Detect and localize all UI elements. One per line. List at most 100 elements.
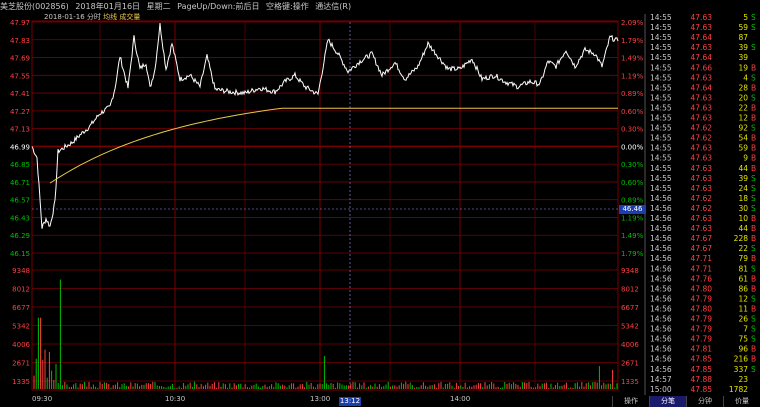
tick-time: 14:55 bbox=[650, 154, 672, 163]
tick-time: 14:56 bbox=[650, 315, 672, 324]
tick-price: 47.67 bbox=[691, 244, 713, 253]
volume-tick-label-right: 1335 bbox=[621, 378, 639, 386]
tick-row: 14:56 47.71 81 S bbox=[650, 264, 756, 273]
tab-ticks[interactable]: 分笔 bbox=[649, 396, 686, 407]
tick-row: 14:55 47.63 22 B bbox=[650, 103, 756, 112]
price-tick-label: 47.83 bbox=[10, 37, 30, 45]
price-tick-label: 47.69 bbox=[10, 55, 30, 63]
tick-price: 47.63 bbox=[691, 164, 713, 173]
tick-side: B bbox=[751, 284, 756, 293]
tick-time: 14:55 bbox=[650, 114, 672, 123]
tick-time: 14:55 bbox=[650, 43, 672, 52]
tick-time: 14:55 bbox=[650, 174, 672, 183]
tick-volume: 26 bbox=[738, 315, 748, 324]
tick-row: 14:56 47.67 22 S bbox=[650, 244, 756, 253]
tick-price: 47.80 bbox=[691, 304, 713, 313]
tick-time: 14:55 bbox=[650, 184, 672, 193]
tick-time: 14:56 bbox=[650, 244, 672, 253]
volume-tick-label-right: 9348 bbox=[621, 267, 639, 275]
tick-time: 14:56 bbox=[650, 304, 672, 313]
tick-side: S bbox=[751, 204, 756, 213]
tick-price: 47.63 bbox=[691, 224, 713, 233]
tab-operate[interactable]: 操作 bbox=[612, 396, 649, 407]
tick-volume: 39 bbox=[738, 53, 748, 62]
tick-price: 47.63 bbox=[691, 73, 713, 82]
legend-volume: 成交量 bbox=[119, 13, 141, 21]
tick-row: 14:55 47.63 9 B bbox=[650, 154, 756, 163]
time-tick-label: 10:30 bbox=[165, 395, 185, 403]
page-hint: PageUp/Down:前后日 bbox=[177, 2, 260, 11]
tick-time: 14:55 bbox=[650, 63, 672, 72]
tick-volume: 4 bbox=[743, 73, 748, 82]
pct-tick-label: 0.30% bbox=[621, 161, 644, 169]
timeshare-chart[interactable]: 47.97 2.09% 47.83 1.79% 47.69 1.49% 47.55 1.19%… bbox=[0, 0, 760, 407]
tick-volume: 12 bbox=[738, 114, 748, 123]
tick-side: S bbox=[751, 93, 756, 102]
tick-price: 47.63 bbox=[691, 114, 713, 123]
tick-row: 14:56 47.79 75 S bbox=[650, 335, 756, 344]
tick-time: 14:55 bbox=[650, 93, 672, 102]
tick-price: 47.71 bbox=[691, 254, 713, 263]
tick-side: S bbox=[751, 124, 756, 133]
price-tick-label: 46.29 bbox=[10, 232, 30, 240]
pct-tick-label: 0.89% bbox=[621, 197, 644, 205]
tick-volume: 54 bbox=[738, 134, 748, 143]
tick-time: 14:57 bbox=[650, 375, 672, 384]
pct-tick-label: 1.19% bbox=[621, 214, 644, 222]
pct-tick-label: 1.79% bbox=[621, 250, 644, 258]
price-tick-label: 47.27 bbox=[10, 108, 30, 116]
tick-price: 47.80 bbox=[691, 284, 713, 293]
price-tick-label: 47.97 bbox=[10, 19, 30, 27]
tick-time: 14:55 bbox=[650, 144, 672, 153]
tick-side: B bbox=[751, 274, 756, 283]
tick-row: 14:56 47.63 10 B bbox=[650, 214, 756, 223]
tick-volume: 59 bbox=[738, 144, 748, 153]
tick-side: S bbox=[751, 315, 756, 324]
tick-side: B bbox=[751, 114, 756, 123]
tick-time: 14:55 bbox=[650, 53, 672, 62]
pct-tick-label: 1.49% bbox=[621, 232, 644, 240]
tick-volume: 5 bbox=[743, 13, 748, 22]
tick-time: 14:56 bbox=[650, 214, 672, 223]
tab-minutes[interactable]: 分钟 bbox=[686, 396, 723, 407]
tick-price: 47.71 bbox=[691, 264, 713, 273]
tab-price-volume[interactable]: 价量 bbox=[723, 396, 760, 407]
tick-volume: 19 bbox=[738, 63, 748, 72]
tick-row: 14:56 47.71 79 B bbox=[650, 254, 756, 263]
chart-legend: 2018-01-16 分时 均线 成交量 bbox=[44, 12, 140, 22]
tick-volume: 7 bbox=[743, 325, 748, 334]
tick-time: 14:56 bbox=[650, 234, 672, 243]
tick-volume: 30 bbox=[738, 204, 748, 213]
tick-row: 14:55 47.63 39 S bbox=[650, 174, 756, 183]
tick-volume: 228 bbox=[734, 234, 749, 243]
tick-side: B bbox=[751, 144, 756, 153]
hotkey-hint: 空格键:操作 bbox=[266, 2, 309, 11]
tick-price: 47.62 bbox=[691, 134, 713, 143]
tick-volume: 28 bbox=[738, 83, 748, 92]
tick-time: 14:55 bbox=[650, 134, 672, 143]
tick-side: S bbox=[751, 325, 756, 334]
tick-price: 47.85 bbox=[691, 355, 713, 364]
tick-time: 15:00 bbox=[650, 385, 672, 394]
bottom-tabs: 操作 分笔 分钟 价量 bbox=[612, 396, 760, 407]
weekday: 星期二 bbox=[146, 2, 171, 11]
tick-price: 47.81 bbox=[691, 345, 713, 354]
tick-time: 14:55 bbox=[650, 103, 672, 112]
tick-time: 14:55 bbox=[650, 83, 672, 92]
tick-row: 14:55 47.62 54 B bbox=[650, 134, 756, 143]
tick-volume: 11 bbox=[738, 304, 748, 313]
tick-price: 47.79 bbox=[691, 325, 713, 334]
tick-price: 47.64 bbox=[691, 83, 713, 92]
tick-row: 14:55 47.63 44 B bbox=[650, 164, 756, 173]
tick-row: 14:56 47.62 30 S bbox=[650, 204, 756, 213]
tick-row: 14:55 47.64 28 B bbox=[650, 83, 756, 92]
volume-tick-label-right: 6677 bbox=[621, 304, 639, 312]
tick-row: 14:56 47.80 86 B bbox=[650, 284, 756, 293]
tick-row: 14:55 47.64 39 bbox=[650, 53, 748, 62]
tick-volume: 44 bbox=[738, 164, 748, 173]
tick-price: 47.63 bbox=[691, 214, 713, 223]
legend-date: 2018-01-16 分时 bbox=[44, 13, 101, 21]
tick-volume: 337 bbox=[734, 365, 749, 374]
tick-time: 14:56 bbox=[650, 355, 672, 364]
tick-row: 14:55 47.63 5 S bbox=[650, 13, 756, 22]
